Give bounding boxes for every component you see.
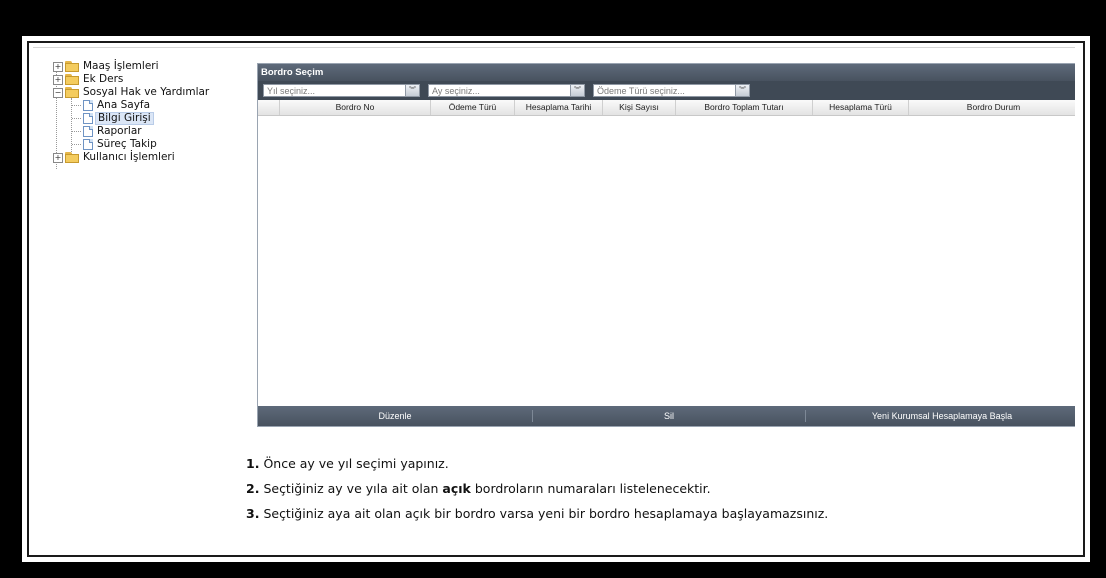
- row-selector-column: [258, 100, 280, 115]
- tree-item-label: Kullanıcı İşlemleri: [83, 151, 175, 163]
- folder-icon: [65, 61, 80, 72]
- tree-item-label: Raporlar: [97, 125, 142, 137]
- tree-item-ana-sayfa[interactable]: Ana Sayfa: [53, 99, 263, 112]
- tree-line: [72, 144, 81, 145]
- folder-icon: [65, 152, 80, 163]
- tree-line: [72, 105, 81, 106]
- chevron-down-icon[interactable]: ︾: [570, 85, 584, 96]
- tree-line: [72, 131, 81, 132]
- instructions: 1. Önce ay ve yıl seçimi yapınız. 2. Seç…: [246, 456, 829, 533]
- instruction-number: 3.: [246, 506, 260, 521]
- expand-icon[interactable]: +: [53, 153, 63, 163]
- page-icon: [83, 126, 93, 137]
- column-bordro-durum[interactable]: Bordro Durum: [909, 100, 1075, 115]
- tree-item-surec-takip[interactable]: Süreç Takip: [53, 138, 263, 151]
- instruction-text: Seçtiğiniz aya ait olan açık bir bordro …: [263, 506, 829, 521]
- instruction-text: Seçtiğiniz ay ve yıla ait olan: [263, 481, 439, 496]
- instruction-3: 3. Seçtiğiniz aya ait olan açık bir bord…: [246, 506, 829, 521]
- delete-button[interactable]: Sil: [533, 406, 805, 426]
- expand-icon[interactable]: +: [53, 75, 63, 85]
- tree-item-label-selected: Bilgi Girişi: [95, 112, 154, 125]
- instruction-emphasis: açık: [442, 481, 471, 496]
- tree-item-label: Sosyal Hak ve Yardımlar: [83, 86, 210, 98]
- page-icon: [83, 100, 93, 111]
- chevron-down-icon[interactable]: ︾: [405, 85, 419, 96]
- month-select-placeholder: Ay seçiniz...: [432, 86, 480, 96]
- new-calculation-button[interactable]: Yeni Kurumsal Hesaplamaya Başla: [806, 406, 1075, 426]
- panel-title: Bordro Seçim: [258, 64, 1075, 81]
- tree-line: [72, 118, 81, 119]
- column-kisi-sayisi[interactable]: Kişi Sayısı: [603, 100, 676, 115]
- tree-item-label: Ek Ders: [83, 73, 124, 85]
- folder-open-icon: [65, 87, 80, 98]
- payment-type-select[interactable]: Ödeme Türü seçiniz... ︾: [593, 84, 750, 97]
- folder-icon: [65, 74, 80, 85]
- instruction-number: 1.: [246, 456, 260, 471]
- tree-item-bilgi-girisi[interactable]: Bilgi Girişi: [53, 112, 263, 125]
- column-bordro-no[interactable]: Bordro No: [280, 100, 431, 115]
- tree-item-sosyal-hak[interactable]: − Sosyal Hak ve Yardımlar: [53, 86, 263, 99]
- month-select[interactable]: Ay seçiniz... ︾: [428, 84, 585, 97]
- collapse-icon[interactable]: −: [53, 88, 63, 98]
- instruction-2: 2. Seçtiğiniz ay ve yıla ait olan açık b…: [246, 481, 828, 496]
- expand-icon[interactable]: +: [53, 62, 63, 72]
- tree-item-kullanici-islemleri[interactable]: + Kullanıcı İşlemleri: [53, 151, 263, 164]
- bordro-secim-panel: Bordro Seçim Yıl seçiniz... ︾ Ay seçiniz…: [257, 63, 1075, 427]
- chevron-down-icon[interactable]: ︾: [735, 85, 749, 96]
- action-toolbar: Düzenle Sil Yeni Kurumsal Hesaplamaya Ba…: [258, 406, 1075, 426]
- column-hesaplama-tarihi[interactable]: Hesaplama Tarihi: [515, 100, 603, 115]
- tree-item-raporlar[interactable]: Raporlar: [53, 125, 263, 138]
- tree-item-label: Süreç Takip: [97, 138, 157, 150]
- column-hesaplama-turu[interactable]: Hesaplama Türü: [813, 100, 909, 115]
- filter-toolbar: Yıl seçiniz... ︾ Ay seçiniz... ︾ Ödeme T…: [258, 81, 1075, 100]
- tree-item-maas-islemleri[interactable]: + Maaş İşlemleri: [53, 60, 263, 73]
- grid-body: [258, 116, 1075, 388]
- payment-type-select-placeholder: Ödeme Türü seçiniz...: [597, 86, 685, 96]
- year-select[interactable]: Yıl seçiniz... ︾: [263, 84, 420, 97]
- instruction-number: 2.: [246, 481, 260, 496]
- page-icon: [83, 139, 93, 150]
- instruction-1: 1. Önce ay ve yıl seçimi yapınız.: [246, 456, 828, 471]
- tree-item-label: Ana Sayfa: [97, 99, 151, 111]
- instruction-text: bordroların numaraları listelenecektir.: [474, 481, 711, 496]
- year-select-placeholder: Yıl seçiniz...: [267, 86, 316, 96]
- column-bordro-toplam-tutari[interactable]: Bordro Toplam Tutarı: [676, 100, 813, 115]
- edit-button[interactable]: Düzenle: [258, 406, 532, 426]
- instruction-text: Önce ay ve yıl seçimi yapınız.: [263, 456, 449, 471]
- tree-item-ek-ders[interactable]: + Ek Ders: [53, 73, 263, 86]
- page-icon: [83, 113, 93, 124]
- grid-header: Bordro No Ödeme Türü Hesaplama Tarihi Ki…: [258, 100, 1075, 116]
- column-odeme-turu[interactable]: Ödeme Türü: [431, 100, 515, 115]
- nav-tree: + Maaş İşlemleri + Ek Ders − Sosyal Hak …: [53, 60, 263, 169]
- tree-item-label: Maaş İşlemleri: [83, 60, 159, 72]
